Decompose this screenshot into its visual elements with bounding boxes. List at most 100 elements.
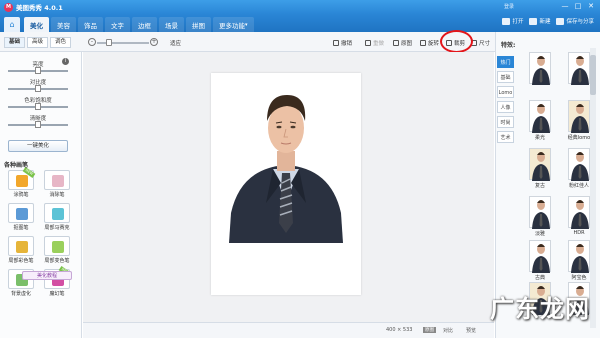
portrait-photo bbox=[229, 95, 343, 243]
brush-label: 局部变色笔 bbox=[44, 258, 70, 264]
zoom-in-icon[interactable]: + bbox=[150, 38, 158, 46]
tab-cosmetics[interactable]: 美容 bbox=[51, 17, 76, 32]
effect-thumbnail[interactable] bbox=[529, 148, 551, 181]
original-icon bbox=[393, 40, 399, 46]
brush-label: 局部彩色笔 bbox=[8, 258, 34, 264]
beauty-tutorial-button[interactable]: 美化教程 bbox=[22, 271, 72, 280]
effect-thumbnail[interactable] bbox=[568, 100, 590, 133]
brush-label: 涂鸦笔 bbox=[13, 192, 29, 198]
new-label: 新建 bbox=[539, 19, 551, 25]
save-share-button[interactable]: 保存与分享 bbox=[556, 17, 594, 25]
tab-border[interactable]: 边框 bbox=[132, 17, 157, 32]
zoom-slider-handle[interactable] bbox=[106, 39, 112, 46]
title-bar: M 美图秀秀 4.0.1 登录 — □ ✕ bbox=[0, 0, 600, 14]
subtab-color[interactable]: 调色 bbox=[50, 37, 72, 48]
maximize-button[interactable]: □ bbox=[573, 2, 583, 11]
brightness-slider[interactable]: 亮度 bbox=[8, 60, 68, 74]
brightness-handle[interactable] bbox=[35, 67, 41, 74]
effect-thumbnail[interactable] bbox=[568, 148, 590, 181]
main-menu: ⌂ 美化 美容 饰品 文字 边框 场景 拼图 更多功能 打开 新建 保存与分享 bbox=[0, 14, 600, 32]
image-dimensions: 400 × 533 bbox=[386, 327, 413, 333]
app-logo-icon: M bbox=[4, 2, 13, 12]
scissors-icon bbox=[8, 203, 34, 223]
brush-doodle[interactable]: NEW 涂鸦笔 bbox=[6, 167, 36, 198]
brush-eraser[interactable]: 消除笔 bbox=[42, 170, 72, 198]
tab-more-features[interactable]: 更多功能 bbox=[213, 17, 254, 32]
redo-button[interactable]: 重做 bbox=[365, 39, 384, 47]
new-button[interactable]: 新建 bbox=[529, 17, 550, 25]
effects-scroll-thumb[interactable] bbox=[590, 55, 596, 95]
original-button[interactable]: 原图 bbox=[393, 39, 412, 47]
brush-recolor[interactable]: 局部变色笔 bbox=[42, 236, 72, 264]
brightness-track[interactable] bbox=[8, 67, 68, 74]
brush-cutout[interactable]: 抠图笔 bbox=[6, 203, 36, 231]
photo-canvas[interactable] bbox=[211, 73, 361, 295]
effect-label: 古典 bbox=[534, 275, 545, 281]
open-button[interactable]: 打开 bbox=[502, 17, 523, 25]
resize-button[interactable]: 尺寸 bbox=[471, 39, 490, 47]
undo-label: 撤销 bbox=[341, 41, 353, 47]
zoom-out-icon[interactable]: - bbox=[88, 38, 96, 46]
brush-label: 背景虚化 bbox=[10, 291, 31, 297]
effect-thumbnail[interactable] bbox=[529, 196, 551, 229]
effect-thumbnail[interactable] bbox=[529, 52, 551, 85]
effect-thumbnail[interactable] bbox=[568, 240, 590, 273]
mosaic-icon bbox=[44, 203, 70, 223]
effect-thumbnail[interactable] bbox=[529, 100, 551, 133]
brush-label: 消除笔 bbox=[49, 192, 65, 198]
close-button[interactable]: ✕ bbox=[586, 2, 596, 11]
effect-thumbnail[interactable] bbox=[529, 240, 551, 273]
one-key-beautify-button[interactable]: 一键美化 bbox=[8, 140, 68, 152]
effects-tab-basic[interactable]: 基础 bbox=[497, 71, 514, 83]
contrast-track[interactable] bbox=[8, 85, 68, 92]
redo-icon bbox=[365, 40, 371, 46]
effects-title: 特效: bbox=[501, 42, 516, 49]
effects-tab-fashion[interactable]: 时尚 bbox=[497, 116, 514, 128]
saturation-handle[interactable] bbox=[35, 103, 41, 110]
folder-icon bbox=[502, 17, 511, 25]
effects-tab-hot[interactable]: 热门 bbox=[497, 56, 514, 68]
home-icon[interactable]: ⌂ bbox=[4, 17, 20, 32]
effect-label: 柔光 bbox=[534, 135, 545, 141]
zoom-fit-button[interactable]: 适应 bbox=[170, 39, 181, 47]
undo-button[interactable]: 撤销 bbox=[333, 39, 352, 47]
tab-text[interactable]: 文字 bbox=[105, 17, 130, 32]
eraser-icon bbox=[44, 170, 70, 190]
plus-icon bbox=[529, 17, 538, 25]
effects-tab-portrait[interactable]: 人像 bbox=[497, 101, 514, 113]
minimize-button[interactable]: — bbox=[560, 2, 570, 11]
compare-button[interactable]: 对比 bbox=[443, 327, 453, 334]
contrast-slider[interactable]: 对比度 bbox=[8, 78, 68, 92]
resize-label: 尺寸 bbox=[479, 41, 491, 47]
original-chip[interactable]: 原图 bbox=[423, 327, 436, 333]
zoom-slider[interactable] bbox=[97, 42, 149, 44]
login-link[interactable]: 登录 bbox=[504, 3, 514, 10]
tab-accessories[interactable]: 饰品 bbox=[78, 17, 103, 32]
tab-collage[interactable]: 拼图 bbox=[186, 17, 211, 32]
crop-highlight-circle bbox=[440, 30, 473, 53]
brush-mosaic[interactable]: 局部马赛克 bbox=[42, 203, 72, 231]
tab-beautify[interactable]: 美化 bbox=[24, 17, 49, 32]
sharpness-track[interactable] bbox=[8, 121, 68, 128]
subtab-advanced[interactable]: 高级 bbox=[27, 37, 49, 48]
brush-local-color[interactable]: 局部彩色笔 bbox=[6, 236, 36, 264]
sharpness-slider[interactable]: 清晰度 bbox=[8, 114, 68, 128]
saturation-slider[interactable]: 色彩饱和度 bbox=[8, 96, 68, 110]
contrast-handle[interactable] bbox=[35, 85, 41, 92]
save-icon bbox=[556, 17, 565, 25]
undo-icon bbox=[333, 40, 339, 46]
brush-label: 抠图笔 bbox=[13, 225, 29, 231]
effect-thumbnail[interactable] bbox=[568, 196, 590, 229]
subtab-basic[interactable]: 基础 bbox=[4, 37, 26, 48]
color-pen-icon bbox=[8, 236, 34, 256]
tab-scene[interactable]: 场景 bbox=[159, 17, 184, 32]
sharpness-handle[interactable] bbox=[35, 121, 41, 128]
rotate-label: 旋转 bbox=[428, 41, 440, 47]
preview-button[interactable]: 预览 bbox=[466, 327, 476, 334]
effects-tab-lomo[interactable]: Lomo bbox=[497, 86, 514, 98]
app-title: 美图秀秀 4.0.1 bbox=[16, 4, 63, 12]
saturation-track[interactable] bbox=[8, 103, 68, 110]
rotate-button[interactable]: 旋转 bbox=[420, 39, 439, 47]
effect-thumbnail[interactable] bbox=[568, 52, 590, 85]
effects-tab-art[interactable]: 艺术 bbox=[497, 131, 514, 143]
